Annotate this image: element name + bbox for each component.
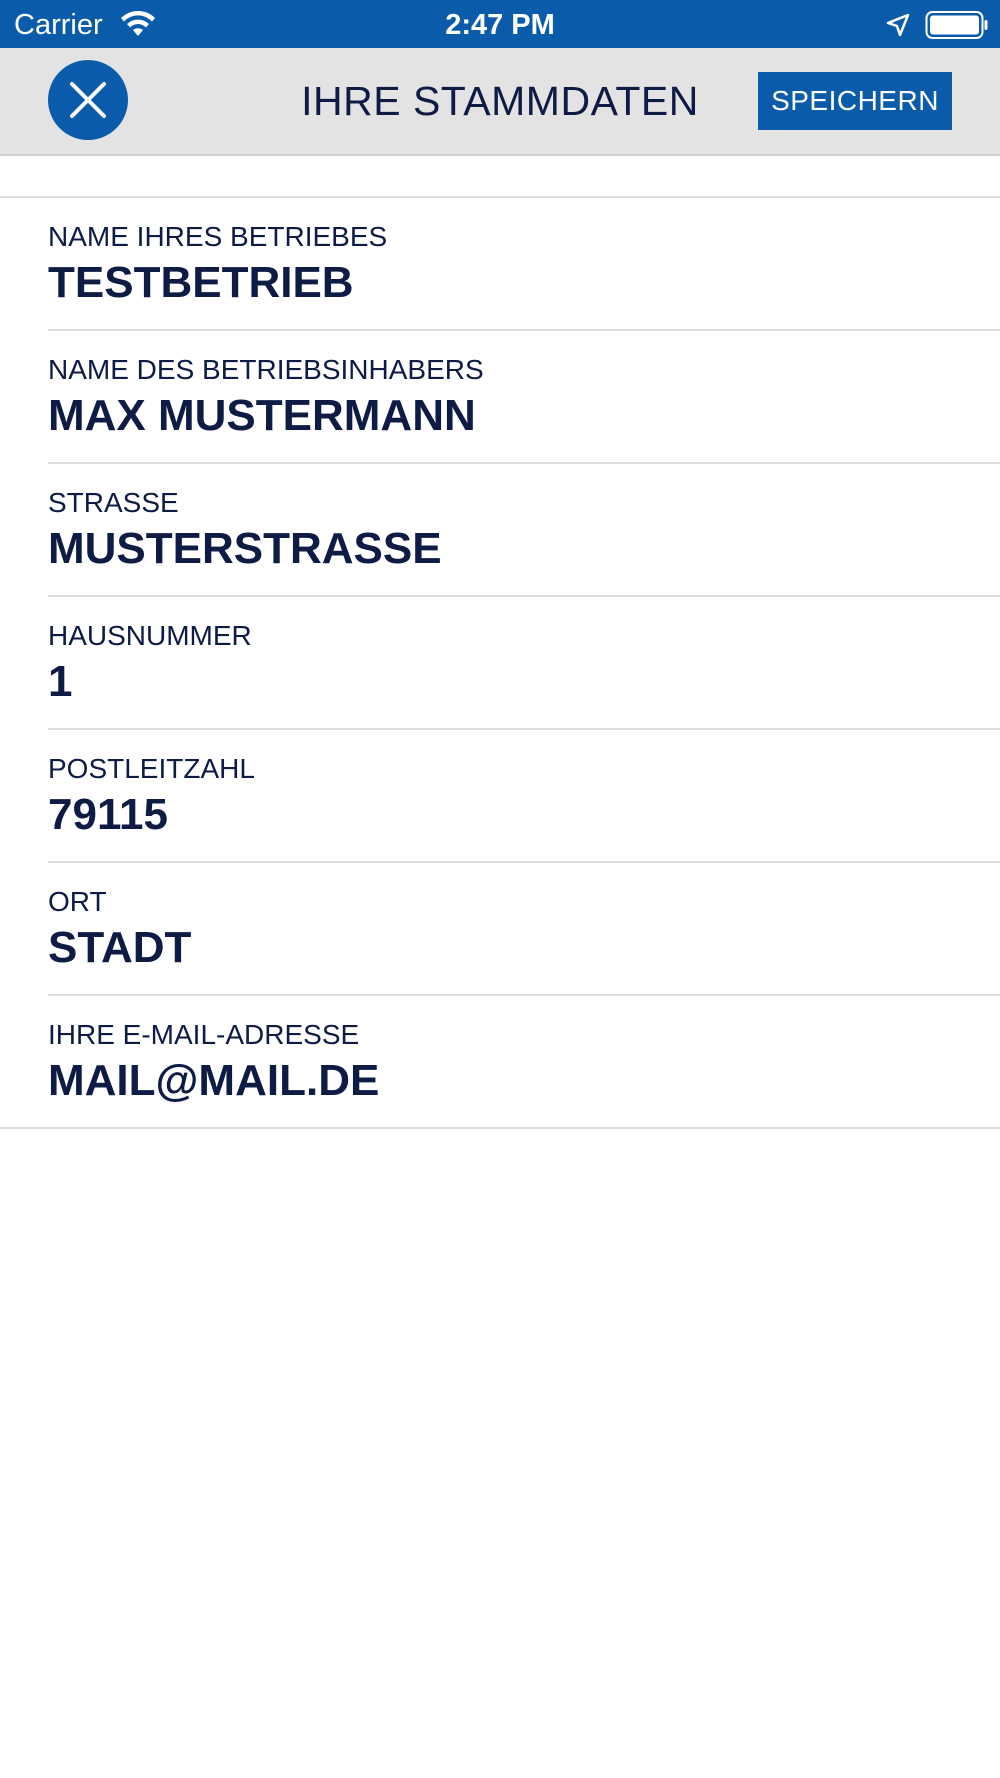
status-time: 2:47 PM <box>445 9 555 41</box>
field-value[interactable]: TESTBETRIEB <box>48 256 354 310</box>
field-city[interactable]: ORT STADT <box>48 863 1000 996</box>
field-owner-name[interactable]: NAME DES BETRIEBSINHABERS MAX MUSTERMANN <box>48 331 1000 464</box>
nav-bar: IHRE STAMMDATEN SPEICHERN <box>0 48 1000 156</box>
save-button[interactable]: SPEICHERN <box>758 72 952 130</box>
master-data-form: NAME IHRES BETRIEBES TESTBETRIEB NAME DE… <box>0 198 1000 1129</box>
field-value[interactable]: MAIL@MAIL.DE <box>48 1054 379 1108</box>
field-label: NAME DES BETRIEBSINHABERS <box>48 354 484 385</box>
field-label: IHRE E-MAIL-ADRESSE <box>48 1019 360 1050</box>
field-street[interactable]: STRASSE MUSTERSTRASSE <box>48 464 1000 597</box>
battery-icon <box>925 10 989 40</box>
field-label: NAME IHRES BETRIEBES <box>48 221 388 252</box>
field-value[interactable]: STADT <box>48 921 191 975</box>
field-label: STRASSE <box>48 487 179 518</box>
location-arrow-icon <box>885 12 911 38</box>
field-value[interactable]: 1 <box>48 655 72 709</box>
field-label: ORT <box>48 886 107 917</box>
field-postal-code[interactable]: POSTLEITZAHL 79115 <box>48 730 1000 863</box>
field-value[interactable]: MAX MUSTERMANN <box>48 389 476 443</box>
status-bar: Carrier 2:47 PM <box>0 0 1000 48</box>
field-email[interactable]: IHRE E-MAIL-ADRESSE MAIL@MAIL.DE <box>0 996 1000 1129</box>
field-label: HAUSNUMMER <box>48 620 252 651</box>
field-label: POSTLEITZAHL <box>48 753 255 784</box>
field-value[interactable]: MUSTERSTRASSE <box>48 522 442 576</box>
field-house-number[interactable]: HAUSNUMMER 1 <box>48 597 1000 730</box>
field-value[interactable]: 79115 <box>48 788 168 842</box>
field-business-name[interactable]: NAME IHRES BETRIEBES TESTBETRIEB <box>48 198 1000 331</box>
